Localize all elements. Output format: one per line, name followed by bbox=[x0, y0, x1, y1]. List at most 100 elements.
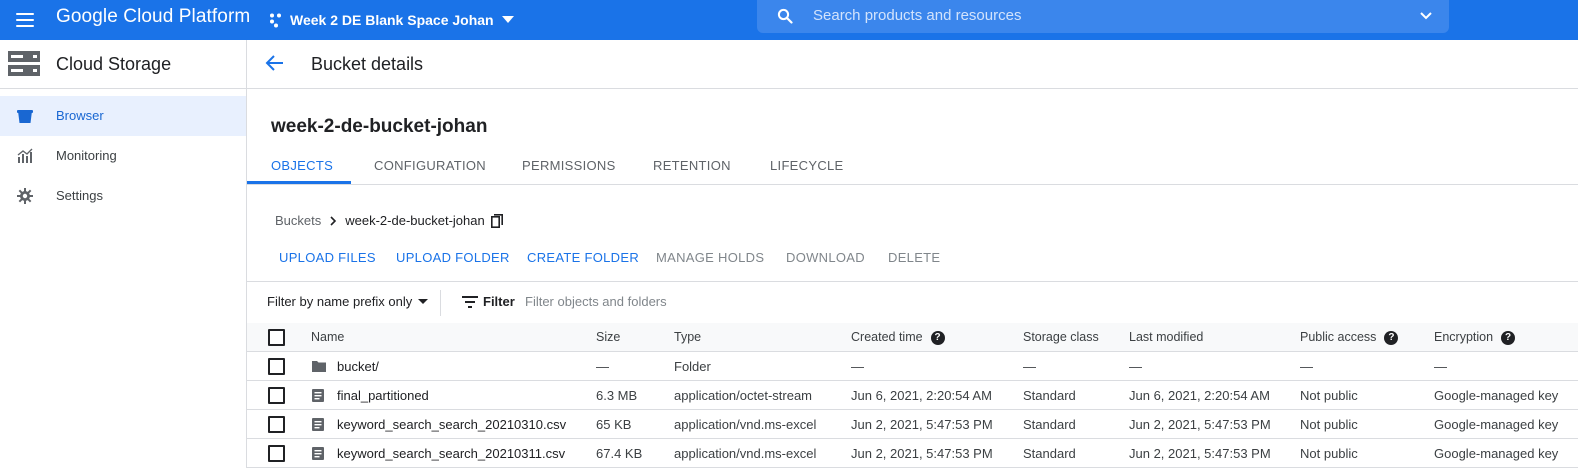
cell-size: 67.4 KB bbox=[596, 446, 643, 461]
table-header: Name Size Type Created time? Storage cla… bbox=[247, 323, 1578, 352]
column-header-storage-class[interactable]: Storage class bbox=[1023, 330, 1099, 344]
search-input[interactable]: Search products and resources bbox=[813, 7, 1021, 24]
tab-retention[interactable]: RETENTION bbox=[653, 158, 731, 173]
storage-icon bbox=[8, 51, 40, 76]
row-checkbox[interactable] bbox=[268, 445, 285, 462]
page-title: Bucket details bbox=[311, 54, 424, 74]
upload-files-button[interactable]: UPLOAD FILES bbox=[279, 250, 376, 265]
sidebar-item-settings[interactable]: Settings bbox=[0, 176, 246, 216]
select-all-checkbox[interactable] bbox=[268, 329, 285, 346]
monitoring-icon bbox=[17, 148, 33, 163]
project-selector[interactable]: Week 2 DE Blank Space Johan bbox=[268, 8, 520, 32]
cell-storage-class: Standard bbox=[1023, 446, 1076, 461]
cell-type: application/vnd.ms-excel bbox=[674, 446, 817, 461]
filter-label[interactable]: Filter bbox=[483, 294, 515, 309]
filter-input[interactable]: Filter objects and folders bbox=[525, 294, 667, 309]
row-checkbox[interactable] bbox=[268, 387, 285, 404]
cell-size: 65 KB bbox=[596, 417, 632, 432]
breadcrumb: Buckets week-2-de-bucket-johan bbox=[275, 213, 503, 228]
column-header-created[interactable]: Created time? bbox=[851, 330, 945, 345]
row-checkbox[interactable] bbox=[268, 358, 285, 375]
column-header-type[interactable]: Type bbox=[674, 330, 701, 344]
cell-storage-class: — bbox=[1023, 359, 1036, 374]
table-row[interactable]: keyword_search_search_20210311.csv 67.4 … bbox=[247, 439, 1578, 468]
cell-encryption: Google-managed key bbox=[1434, 388, 1559, 403]
object-name[interactable]: bucket/ bbox=[337, 359, 379, 374]
project-icon bbox=[270, 13, 281, 28]
cell-public-access: Not public bbox=[1300, 417, 1358, 432]
project-name: Week 2 DE Blank Space Johan bbox=[290, 12, 494, 28]
column-header-encryption[interactable]: Encryption? bbox=[1434, 330, 1516, 345]
object-name[interactable]: final_partitioned bbox=[337, 388, 429, 403]
upload-folder-button[interactable]: UPLOAD FOLDER bbox=[396, 250, 510, 265]
column-header-size[interactable]: Size bbox=[596, 330, 620, 344]
object-name[interactable]: keyword_search_search_20210310.csv bbox=[337, 417, 566, 432]
cell-encryption: — bbox=[1434, 359, 1447, 374]
manage-holds-button[interactable]: MANAGE HOLDS bbox=[656, 250, 764, 265]
sidebar-item-label: Browser bbox=[56, 108, 104, 123]
gear-icon bbox=[17, 188, 33, 204]
filter-mode-label: Filter by name prefix only bbox=[267, 294, 413, 309]
row-checkbox[interactable] bbox=[268, 416, 285, 433]
tab-lifecycle[interactable]: LIFECYCLE bbox=[770, 158, 844, 173]
column-header-modified[interactable]: Last modified bbox=[1129, 330, 1203, 344]
sidebar-item-label: Settings bbox=[56, 188, 103, 203]
download-button[interactable]: DOWNLOAD bbox=[786, 250, 865, 265]
cell-created: — bbox=[851, 359, 864, 374]
filter-bar: Filter by name prefix only Filter Filter… bbox=[247, 281, 1578, 324]
bucket-icon bbox=[17, 110, 33, 123]
help-icon[interactable]: ? bbox=[1384, 330, 1399, 345]
file-icon bbox=[312, 389, 324, 402]
menu-icon[interactable] bbox=[14, 9, 36, 31]
table-row[interactable]: keyword_search_search_20210310.csv 65 KB… bbox=[247, 410, 1578, 439]
column-header-encryption-label: Encryption bbox=[1434, 330, 1494, 344]
filter-mode-dropdown[interactable]: Filter by name prefix only bbox=[267, 294, 429, 309]
bucket-name: week-2-de-bucket-johan bbox=[271, 116, 488, 137]
cell-type: Folder bbox=[674, 359, 711, 374]
active-tab-indicator bbox=[247, 181, 351, 184]
help-icon[interactable]: ? bbox=[930, 330, 945, 345]
breadcrumb-current: week-2-de-bucket-johan bbox=[345, 213, 485, 228]
column-header-public-access[interactable]: Public access? bbox=[1300, 330, 1399, 345]
side-nav: Cloud Storage Browser Monitoring Setting… bbox=[0, 40, 247, 468]
brand-title[interactable]: Google Cloud Platform bbox=[56, 6, 250, 28]
tab-permissions[interactable]: PERMISSIONS bbox=[522, 158, 616, 173]
search-bar[interactable]: Search products and resources bbox=[757, 0, 1449, 33]
chevron-down-icon bbox=[418, 298, 429, 304]
cell-type: application/octet-stream bbox=[674, 388, 813, 403]
tab-objects[interactable]: OBJECTS bbox=[271, 158, 333, 173]
table-row[interactable]: final_partitioned 6.3 MB application/oct… bbox=[247, 381, 1578, 410]
page-header: Bucket details bbox=[247, 40, 1578, 89]
create-folder-button[interactable]: CREATE FOLDER bbox=[527, 250, 639, 265]
sidebar-item-monitoring[interactable]: Monitoring bbox=[0, 136, 246, 176]
back-arrow-icon[interactable] bbox=[265, 54, 285, 72]
delete-button[interactable]: DELETE bbox=[888, 250, 940, 265]
cell-modified: Jun 2, 2021, 5:47:53 PM bbox=[1129, 417, 1271, 432]
cell-modified: — bbox=[1129, 359, 1142, 374]
folder-icon bbox=[312, 361, 326, 372]
cell-encryption: Google-managed key bbox=[1434, 446, 1559, 461]
cell-public-access: — bbox=[1300, 359, 1313, 374]
main-content: Bucket details week-2-de-bucket-johan OB… bbox=[247, 40, 1578, 468]
breadcrumb-buckets[interactable]: Buckets bbox=[275, 213, 321, 228]
cell-modified: Jun 2, 2021, 5:47:53 PM bbox=[1129, 446, 1271, 461]
tab-configuration[interactable]: CONFIGURATION bbox=[374, 158, 486, 173]
table-row[interactable]: bucket/ — Folder — — — — — bbox=[247, 352, 1578, 381]
column-header-name[interactable]: Name bbox=[311, 330, 344, 344]
side-nav-header: Cloud Storage bbox=[0, 40, 246, 89]
help-icon[interactable]: ? bbox=[1501, 330, 1516, 345]
top-bar: Google Cloud Platform Week 2 DE Blank Sp… bbox=[0, 0, 1578, 40]
chevron-down-icon[interactable] bbox=[1419, 9, 1433, 23]
cell-size: — bbox=[596, 359, 609, 374]
service-title: Cloud Storage bbox=[56, 54, 172, 74]
cell-storage-class: Standard bbox=[1023, 417, 1076, 432]
cell-created: Jun 2, 2021, 5:47:53 PM bbox=[851, 417, 993, 432]
column-header-public-access-label: Public access bbox=[1300, 330, 1377, 344]
column-header-created-label: Created time bbox=[851, 330, 923, 344]
sidebar-item-browser[interactable]: Browser bbox=[0, 96, 246, 136]
copy-icon[interactable] bbox=[490, 213, 503, 228]
object-name[interactable]: keyword_search_search_20210311.csv bbox=[337, 446, 565, 461]
filter-icon[interactable] bbox=[462, 296, 478, 308]
chevron-right-icon bbox=[330, 215, 337, 226]
file-icon bbox=[312, 447, 324, 460]
